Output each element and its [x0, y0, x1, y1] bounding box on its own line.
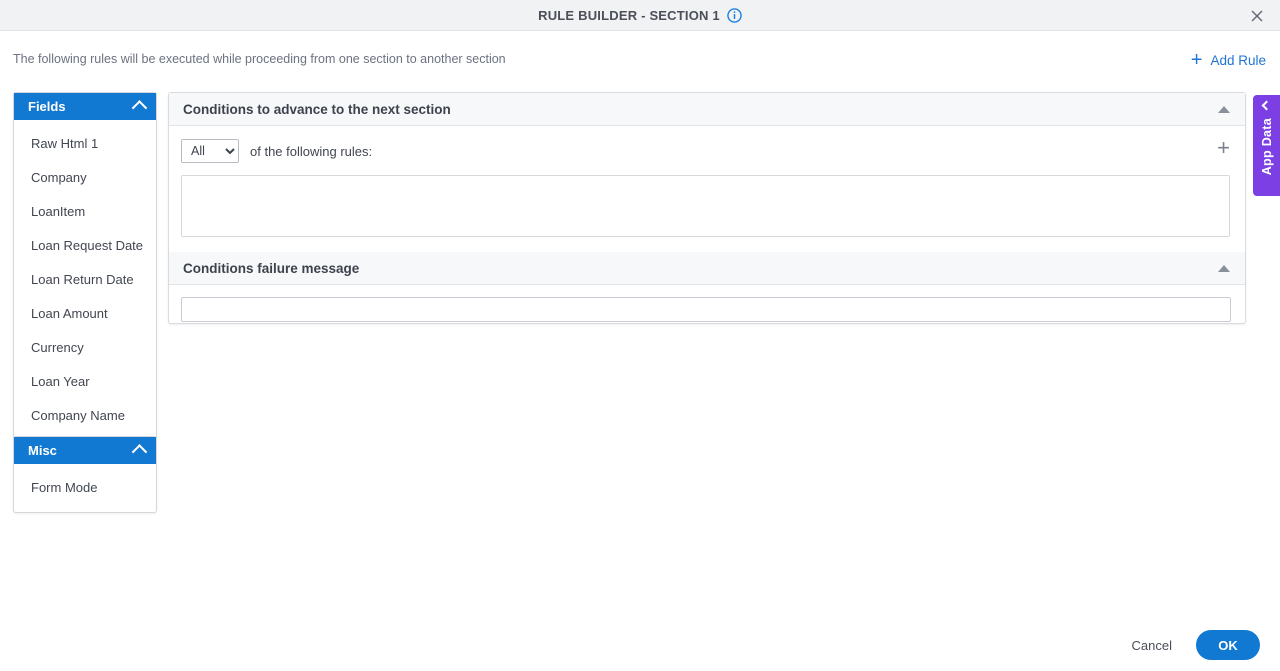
plus-icon: + [1190, 49, 1203, 71]
rules-dropzone[interactable] [181, 175, 1230, 237]
rule-builder-main-panel: Conditions to advance to the next sectio… [168, 92, 1246, 324]
cancel-button[interactable]: Cancel [1126, 637, 1178, 654]
field-item-form-mode[interactable]: Form Mode [14, 470, 156, 504]
field-item-raw-html-1[interactable]: Raw Html 1 [14, 126, 156, 160]
chevron-up-icon[interactable] [131, 100, 148, 116]
field-item-loan-amount[interactable]: Loan Amount [14, 296, 156, 330]
ok-button[interactable]: OK [1196, 630, 1260, 660]
field-item-currency[interactable]: Currency [14, 330, 156, 364]
field-item-loan-return-date[interactable]: Loan Return Date [14, 262, 156, 296]
field-item-loan-request-date[interactable]: Loan Request Date [14, 228, 156, 262]
add-rule-label: Add Rule [1210, 52, 1266, 68]
chevron-left-icon [1261, 100, 1272, 111]
conditions-section-header[interactable]: Conditions to advance to the next sectio… [169, 93, 1245, 126]
info-circle-icon[interactable] [727, 7, 742, 23]
add-condition-icon[interactable]: + [1217, 137, 1230, 159]
match-type-select[interactable]: All Any [181, 139, 239, 163]
dialog-title-bar: RULE BUILDER - SECTION 1 [0, 0, 1280, 31]
field-item-loanitem[interactable]: LoanItem [14, 194, 156, 228]
dialog-title: RULE BUILDER - SECTION 1 [538, 7, 720, 23]
close-icon[interactable] [1244, 0, 1270, 31]
dialog-footer: Cancel OK [1126, 630, 1260, 660]
add-rule-button[interactable]: + Add Rule [1191, 50, 1266, 70]
misc-panel-title: Misc [28, 443, 57, 458]
fields-panel: Fields Raw Html 1 Company LoanItem Loan … [13, 92, 157, 441]
misc-panel-body: Form Mode [14, 464, 156, 512]
match-rule-row: All Any of the following rules: [181, 139, 1230, 163]
field-item-company[interactable]: Company [14, 160, 156, 194]
failure-message-section-body [169, 285, 1245, 336]
fields-panel-header[interactable]: Fields [14, 93, 156, 120]
dialog-subtitle: The following rules will be executed whi… [13, 52, 506, 66]
failure-message-section-title: Conditions failure message [183, 260, 360, 276]
field-item-company-name[interactable]: Company Name [14, 398, 156, 432]
chevron-up-icon[interactable] [131, 444, 148, 460]
failure-message-section-header[interactable]: Conditions failure message [169, 252, 1245, 285]
misc-panel: Misc Form Mode [13, 436, 157, 513]
triangle-up-icon[interactable] [1218, 105, 1230, 113]
fields-panel-title: Fields [28, 99, 66, 114]
failure-message-input[interactable] [181, 297, 1231, 322]
fields-panel-body: Raw Html 1 Company LoanItem Loan Request… [14, 120, 156, 440]
triangle-up-icon[interactable] [1218, 264, 1230, 272]
conditions-section-body: All Any of the following rules: + [169, 126, 1245, 252]
misc-panel-header[interactable]: Misc [14, 437, 156, 464]
app-data-tab[interactable]: App Data [1253, 95, 1280, 196]
match-type-label: of the following rules: [250, 143, 373, 159]
field-item-loan-year[interactable]: Loan Year [14, 364, 156, 398]
conditions-section-title: Conditions to advance to the next sectio… [183, 101, 451, 117]
app-data-tab-label: App Data [1259, 118, 1274, 176]
